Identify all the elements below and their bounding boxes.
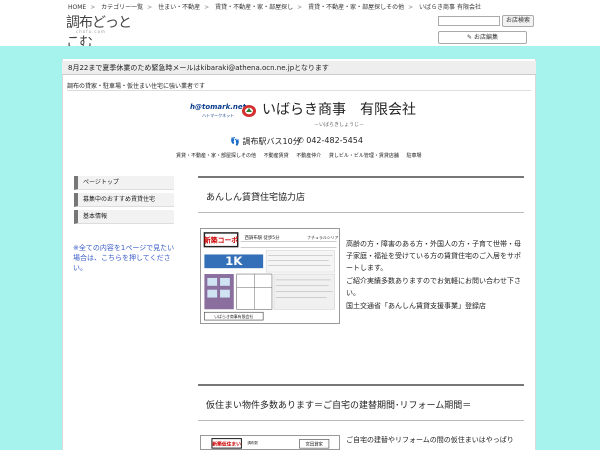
view-all-link[interactable]: ※全ての内容を1ページで見たい場合は、こちらを押してください。 [73,243,177,273]
site-logo-sub: chofu.com [76,29,106,34]
search-button[interactable]: お店検索 [502,15,534,27]
section-heading-anshin: あんしん賃貸住宅協力店 [198,176,524,213]
hatomark-text: h@tomark.net [190,103,246,111]
company-kana: －いばらきしょうじ－ [314,122,365,128]
top-header: HOME > カテゴリー一覧 > 住まい・不動産 > 賃貸・不動産・家・部屋探し > 賃… [0,0,600,51]
company-name: いばらき商事 有限会社 [262,102,416,118]
hatomark-sub: ハトマークネット [202,113,235,118]
access-info: 👣 調布駅バス10分 [230,136,301,147]
notice-banner: 8月22まで夏季休業のため緊急時メールはkibaraki@athena.ocn.… [62,61,536,75]
breadcrumb-rental[interactable]: 賃貸・不動産・家・部屋探し [215,4,293,11]
flyer-footer: いばらき商事有限会社 [214,314,253,319]
pencil-icon: ✎ [467,34,473,41]
phone-number: 042-482-5454 [306,136,363,145]
site-logo[interactable]: 調布どっとこむ chofu.com [66,12,136,51]
breadcrumb-current: いばらき商事 有限会社 [419,4,481,11]
breadcrumb-housing[interactable]: 住まい・不動産 [158,4,200,11]
footprint-icon: 👣 [230,137,240,146]
temporary-housing-flyer-image[interactable]: 新築仮住まい 調布駅 宮田貸家 [200,435,340,450]
sidebar-item-recommended-rentals[interactable]: 募集中のおすすめ賃貸住宅 [74,193,174,207]
sidebar-item-page-top[interactable]: ページトップ [74,176,174,190]
divider [67,90,531,91]
breadcrumb-rental-other[interactable]: 賃貸・不動産・家・部屋探しその他 [308,4,404,11]
section-title: 仮住まい物件多数あります＝ご自宅の建替期間･リフォーム期間＝ [206,401,472,411]
edit-shop-label: お店編集 [473,34,498,41]
category-tags: 賃貸・不動産・家・部屋探しその他 不動産賃貸 不動産仲介 貸しビル・ビル管理・賃… [176,152,427,159]
station-text: 調布駅バス10分 [242,137,301,146]
breadcrumb-home[interactable]: HOME [68,4,86,11]
hatomark-logo: h@tomark.net ハトマークネット [190,103,246,121]
flyer-tag: ナチュラルシリア [307,235,338,240]
search-input[interactable] [438,16,500,26]
category-tag[interactable]: 不動産賃貸 [264,153,289,159]
breadcrumb: HOME > カテゴリー一覧 > 住まい・不動産 > 賃貸・不動産・家・部屋探し > 賃… [68,4,481,11]
flyer2-station: 調布駅 [247,440,258,445]
flyer-room-type: 1K [225,254,243,268]
phone-info: ✆ 042-482-5454 [297,136,363,145]
tagline: 調布の貸家・駐車場・仮住まい住宅に強い業者です [67,83,206,90]
category-tag[interactable]: 駐車場 [406,153,421,159]
sidebar-nav: ページトップ 募集中のおすすめ賃貸住宅 基本情報 [74,176,174,227]
property-flyer-image[interactable]: 新築コーポ 西調布駅 徒歩5分 ナチュラルシリア 1K いばらき商事有限会社 [200,228,340,324]
sidebar-item-basic-info[interactable]: 基本情報 [74,210,174,224]
flyer-title: 新築コーポ [204,236,238,245]
phone-icon: ✆ [297,136,304,145]
breadcrumb-category-list[interactable]: カテゴリー一覧 [101,4,143,11]
category-tag[interactable]: 賃貸・不動産・家・部屋探しその他 [176,153,256,159]
section-body: 高齢の方・障害のある方・外国人の方・子育て世帯・母子家庭・福祉を受けている方の賃… [346,238,526,313]
edit-shop-button[interactable]: ✎ お店編集 [438,31,527,44]
section-title: あんしん賃貸住宅協力店 [206,193,306,203]
paragraph: ご紹介実績多数ありますのでお気軽にお問い合わせ下さい。 [346,277,521,297]
paragraph: 国土交通省「あんしん賃貸支援事業」登録店 [346,302,486,310]
category-tag[interactable]: 貸しビル・ビル管理・賃貸店舗 [329,153,399,159]
section-heading-temporary-housing: 仮住まい物件多数あります＝ご自宅の建替期間･リフォーム期間＝ [198,384,524,421]
flyer-station: 西調布駅 徒歩5分 [245,234,281,241]
paragraph: 高齢の方・障害のある方・外国人の方・子育て世帯・母子家庭・福祉を受けている方の賃… [346,240,521,272]
company-emblem-icon [242,105,256,117]
category-tag[interactable]: 不動産仲介 [296,153,321,159]
section2-body: ご自宅の建替やリフォームの間の仮住まいはやっぱり [346,436,514,444]
